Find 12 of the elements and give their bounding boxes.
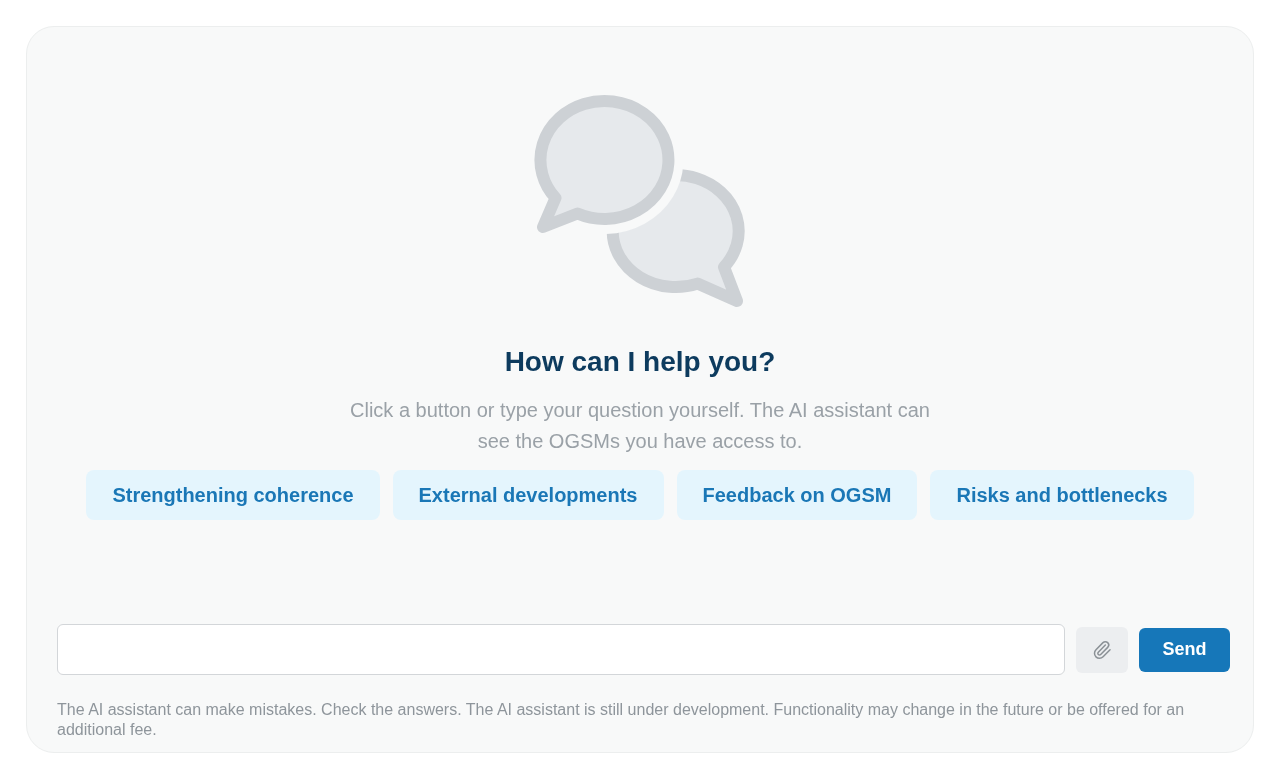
suggestion-button[interactable]: Strengthening coherence — [86, 470, 380, 520]
message-input[interactable] — [57, 624, 1065, 675]
subtitle: Click a button or type your question yourself. The AI assistant can see the OGSMs you have access to. — [349, 398, 931, 454]
suggestion-button[interactable]: Risks and bottlenecks — [930, 470, 1194, 520]
send-button[interactable]: Send — [1139, 627, 1230, 672]
paperclip-icon — [1092, 639, 1112, 660]
suggestion-button[interactable]: Feedback on OGSM — [676, 470, 918, 520]
disclaimer: The AI assistant can make mistakes. Check the answers. The AI assistant is still under development. Functionality may change in the future or be offered for an additional fee. — [57, 700, 1186, 740]
chat-bubbles-icon — [532, 93, 748, 309]
suggestion-button[interactable]: External developments — [392, 470, 664, 520]
attach-button[interactable] — [1076, 626, 1128, 673]
heading: How can I help you? — [504, 345, 776, 379]
